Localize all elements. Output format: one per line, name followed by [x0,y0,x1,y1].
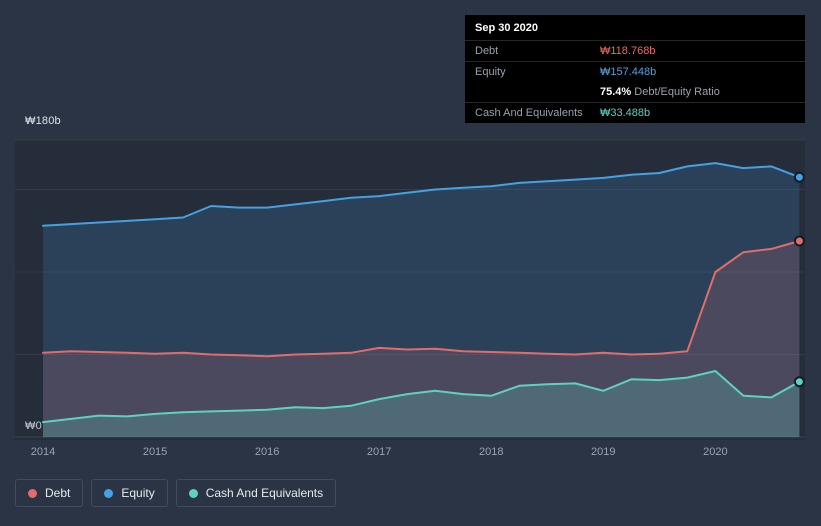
equity-label: Equity [475,66,506,78]
x-tick-2018: 2018 [478,446,504,458]
legend-item-debt[interactable]: Debt [15,479,84,507]
tooltip: Sep 30 2020 Debt ₩118.768b Equity ₩157.4… [465,15,805,123]
equity-dot-icon [104,488,114,498]
equity-value: ₩157.448b [600,66,657,78]
tooltip-cash-row: Cash And Equivalents ₩33.488b [465,103,805,123]
x-tick-2020: 2020 [703,446,728,458]
legend-item-cash-and-equivalents[interactable]: Cash And Equivalents [175,479,337,507]
cash-and-equivalents-dot-icon [188,488,198,498]
ratio-percent: 75.4% [600,86,632,98]
ratio-value: 75.4% Debt/Equity Ratio [600,86,795,98]
legend-label: Equity [121,486,155,500]
legend-label: Cash And Equivalents [205,486,324,500]
legend-item-equity[interactable]: Equity [91,479,168,507]
cash-value: ₩33.488b [600,107,651,119]
cash-label: Cash And Equivalents [475,107,583,119]
y-axis-max-label: ₩180b [25,115,61,127]
tooltip-ratio-row: 75.4% Debt/Equity Ratio [465,82,805,103]
endpoint-debt [793,235,805,247]
debt-equity-history-chart: Sep 30 2020 Debt ₩118.768b Equity ₩157.4… [0,0,821,526]
x-tick-2015: 2015 [142,446,168,458]
endpoint-equity [793,171,805,183]
debt-value: ₩118.768b [600,45,656,57]
x-tick-2017: 2017 [366,446,392,458]
legend: Debt Equity Cash And Equivalents [15,479,337,507]
tooltip-debt-row: Debt ₩118.768b [465,41,805,62]
debt-label: Debt [475,45,499,57]
tooltip-date: Sep 30 2020 [465,15,805,41]
x-tick-2019: 2019 [591,446,616,458]
chart-svg[interactable] [15,139,805,440]
debt-dot-icon [28,488,37,498]
x-axis: 2014 2015 2016 2017 2018 2019 2020 [0,446,821,462]
x-tick-2016: 2016 [254,446,280,458]
x-tick-2014: 2014 [30,446,56,458]
ratio-label: Debt/Equity Ratio [634,86,720,98]
legend-label: Debt [45,486,71,500]
tooltip-equity-row: Equity ₩157.448b [465,62,805,82]
endpoint-cash-and-equivalents [793,376,805,388]
